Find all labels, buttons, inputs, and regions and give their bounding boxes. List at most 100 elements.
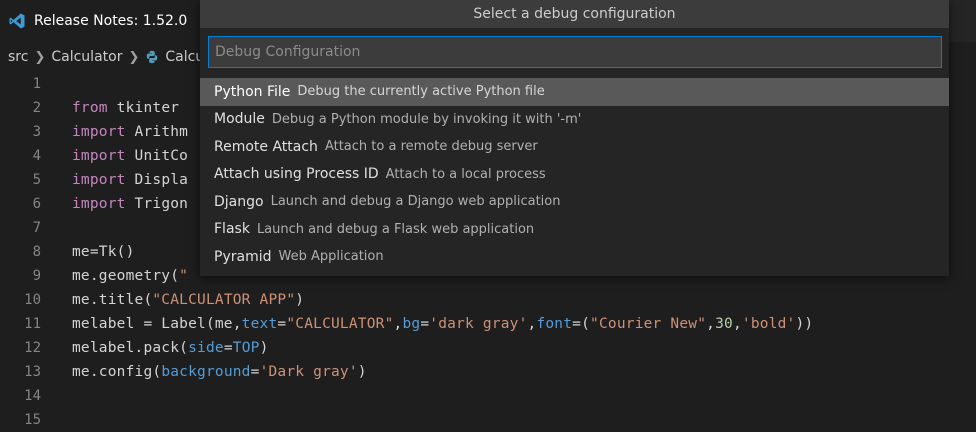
line-number: 13	[24, 364, 41, 380]
code-token: ,	[706, 316, 716, 332]
code-token: )	[295, 292, 305, 308]
debug-option-attach-using-process-id[interactable]: Attach using Process ID Attach to a local…	[200, 161, 949, 189]
code-token: "Courier New"	[590, 316, 707, 332]
code-token: from	[72, 100, 108, 116]
line-number: 1	[32, 76, 41, 92]
code-text: me.geometry("	[72, 268, 188, 284]
debug-configuration-list: Python File Debug the currently active Py…	[200, 78, 949, 271]
code-token: 30	[715, 316, 733, 332]
code-token: import	[72, 172, 126, 188]
code-text: melabel.pack(side=TOP)	[72, 340, 269, 356]
tab-release-notes[interactable]: Release Notes: 1.52.0	[0, 0, 200, 42]
breadcrumb-src[interactable]: src	[8, 49, 28, 65]
code-text: me.config(background='Dark gray')	[72, 364, 367, 380]
option-description: Attach to a remote debug server	[324, 139, 538, 155]
code-token: 'Dark gray'	[259, 364, 358, 380]
vscode-logo-icon	[9, 13, 25, 29]
debug-option-pyramid[interactable]: Pyramid Web Application	[200, 243, 949, 271]
code-token: "CALCULATOR APP"	[152, 292, 296, 308]
code-text: melabel = Label(me,text="CALCULATOR",bg=…	[72, 316, 813, 332]
code-token: import	[72, 148, 126, 164]
debug-option-python-file[interactable]: Python File Debug the currently active Py…	[200, 78, 949, 106]
quick-pick-title: Select a debug configuration	[200, 0, 949, 28]
code-line[interactable]: 10 me.title("CALCULATOR APP")	[0, 288, 976, 312]
code-text: import UnitCo	[72, 148, 188, 164]
line-number: 11	[24, 316, 41, 332]
line-number: 3	[32, 124, 41, 140]
chevron-right-icon: ❯	[128, 49, 140, 65]
line-number: 12	[24, 340, 41, 356]
code-line[interactable]: 15	[0, 408, 976, 432]
option-description: Debug a Python module by invoking it wit…	[271, 111, 582, 127]
option-label: Remote Attach	[214, 138, 318, 155]
option-description: Debug the currently active Python file	[297, 84, 545, 100]
breadcrumb-calculator[interactable]: Calculator	[51, 49, 122, 65]
code-token: =	[420, 316, 430, 332]
code-token: )	[259, 340, 269, 356]
code-token: 'bold'	[741, 316, 796, 332]
code-line[interactable]: 12 melabel.pack(side=TOP)	[0, 336, 976, 360]
code-text: me=Tk()	[72, 244, 135, 260]
line-number: 8	[32, 244, 41, 260]
code-text: import Trigon	[72, 196, 188, 212]
line-number: 9	[32, 268, 41, 284]
code-token: background	[161, 364, 251, 380]
debug-option-flask[interactable]: Flask Launch and debug a Flask web applic…	[200, 216, 949, 244]
code-text: import Displa	[72, 172, 188, 188]
debug-option-module[interactable]: Module Debug a Python module by invoking …	[200, 106, 949, 134]
code-token: Arithm	[125, 124, 189, 140]
code-token: UnitCo	[125, 148, 189, 164]
debug-configuration-input[interactable]	[208, 36, 942, 68]
line-number: 10	[24, 292, 41, 308]
debug-configuration-quick-pick: Select a debug configuration Python File…	[200, 0, 949, 276]
option-label: Pyramid	[214, 248, 272, 265]
code-token: me=Tk()	[72, 244, 135, 260]
code-token: Displa	[125, 172, 189, 188]
code-token: "CALCULATOR"	[286, 316, 394, 332]
option-label: Python File	[214, 83, 291, 100]
code-token: melabel = Label(me,	[72, 316, 242, 332]
code-line[interactable]: 13 me.config(background='Dark gray')	[0, 360, 976, 384]
code-token: me.config(	[72, 364, 162, 380]
line-number: 15	[24, 412, 41, 428]
line-number: 2	[32, 100, 41, 116]
tab-title: Release Notes: 1.52.0	[34, 13, 188, 29]
option-description: Launch and debug a Django web applicatio…	[270, 194, 561, 210]
code-text: me.title("CALCULATOR APP")	[72, 292, 304, 308]
code-token: text	[241, 316, 278, 332]
code-token: =	[250, 364, 260, 380]
code-line[interactable]: 14	[0, 384, 976, 408]
option-label: Django	[214, 193, 264, 210]
code-token: tkinter	[107, 100, 189, 116]
code-line[interactable]: 11 melabel = Label(me,text="CALCULATOR",b…	[0, 312, 976, 336]
line-number: 7	[32, 220, 41, 236]
debug-option-django[interactable]: Django Launch and debug a Django web appl…	[200, 188, 949, 216]
chevron-right-icon: ❯	[34, 49, 46, 65]
code-token: Trigon	[125, 196, 189, 212]
line-number: 5	[32, 172, 41, 188]
code-token: "	[179, 268, 189, 284]
code-token: bg	[402, 316, 421, 332]
python-file-icon	[147, 50, 158, 64]
code-token: =(	[572, 316, 591, 332]
option-label: Attach using Process ID	[214, 166, 379, 183]
code-token: me.title(	[72, 292, 153, 308]
code-token: side	[188, 340, 224, 356]
code-token: import	[72, 196, 126, 212]
code-token: font	[536, 316, 573, 332]
code-token: TOP	[232, 340, 260, 356]
option-label: Module	[214, 111, 265, 128]
line-number: 6	[32, 196, 41, 212]
breadcrumb-file[interactable]: Calcu	[165, 49, 204, 65]
code-token: import	[72, 124, 126, 140]
code-token: 'dark gray'	[429, 316, 528, 332]
code-token: me.geometry(	[72, 268, 180, 284]
code-text: import Arithm	[72, 124, 188, 140]
option-description: Web Application	[278, 249, 384, 265]
line-number: 4	[32, 148, 41, 164]
code-token: ))	[795, 316, 814, 332]
line-number: 14	[24, 388, 41, 404]
debug-option-remote-attach[interactable]: Remote Attach Attach to a remote debug se…	[200, 133, 949, 161]
code-token: =	[277, 316, 287, 332]
option-description: Attach to a local process	[385, 166, 546, 182]
